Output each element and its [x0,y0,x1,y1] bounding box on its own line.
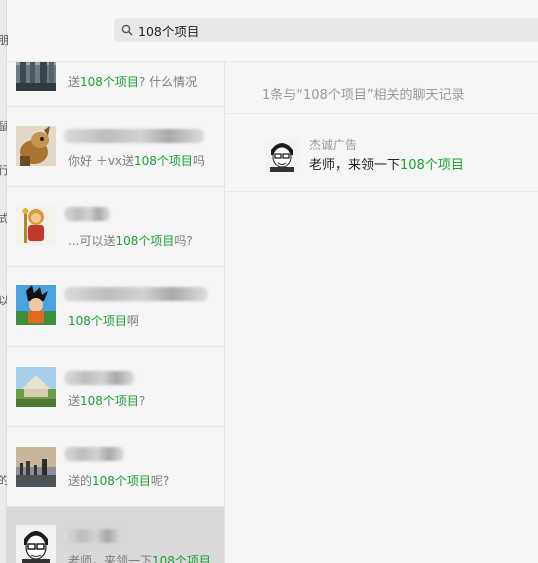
list-item[interactable]: 送108个项目? 什么情况 [7,62,224,107]
avatar [16,367,56,407]
result-summary: 1条与“108个项目”相关的聊天记录 [262,88,465,103]
blurred-contact-name [64,529,122,543]
avatar [16,205,56,245]
list-item[interactable]: 送的108个项目呢? [7,427,224,507]
top-bar [0,0,538,62]
message-snippet: 送108个项目? [68,394,146,408]
chat-result-list: 送108个项目? 什么情况 你好 ＋vx送108个项目吗 ...可以送108个项… [7,62,225,563]
message-result[interactable]: 杰诚广告 老师，来领一下108个项目 [226,130,538,192]
avatar [265,138,299,172]
search-detail-pane: 1条与“108个项目”相关的聊天记录 杰诚广告 老师，来领一下108个项目 [226,62,538,563]
blurred-contact-name [64,447,124,461]
blurred-contact-name [64,129,204,143]
list-item-selected[interactable]: 老师，来领一下108个项目 [7,507,224,563]
search-box[interactable] [114,18,538,42]
search-icon [120,23,134,37]
message-snippet: 送108个项目? 什么情况 [68,75,198,89]
avatar [16,447,56,487]
message-snippet: 108个项目啊 [68,314,139,328]
avatar [16,62,56,91]
avatar [16,285,56,325]
message-snippet: 你好 ＋vx送108个项目吗 [68,154,205,168]
message-text: 老师，来领一下108个项目 [309,158,464,173]
avatar [16,525,56,563]
divider [226,113,538,114]
list-item[interactable]: 送108个项目? [7,347,224,427]
message-snippet: ...可以送108个项目吗? [68,234,193,248]
blurred-contact-name [64,287,208,301]
message-snippet: 老师，来领一下108个项目 [68,554,211,563]
search-input[interactable] [138,22,518,38]
list-item[interactable]: 108个项目啊 [7,267,224,347]
message-snippet: 送的108个项目呢? [68,474,170,488]
sidebar-edge: 朋 鼠 行 式 以 的 [0,0,9,563]
list-item[interactable]: ...可以送108个项目吗? [7,187,224,267]
list-item[interactable]: 你好 ＋vx送108个项目吗 [7,107,224,187]
sender-name: 杰诚广告 [309,138,358,152]
avatar [16,126,56,166]
blurred-contact-name [64,371,134,385]
blurred-contact-name [64,207,110,221]
edge-text: 朋 [0,34,9,47]
